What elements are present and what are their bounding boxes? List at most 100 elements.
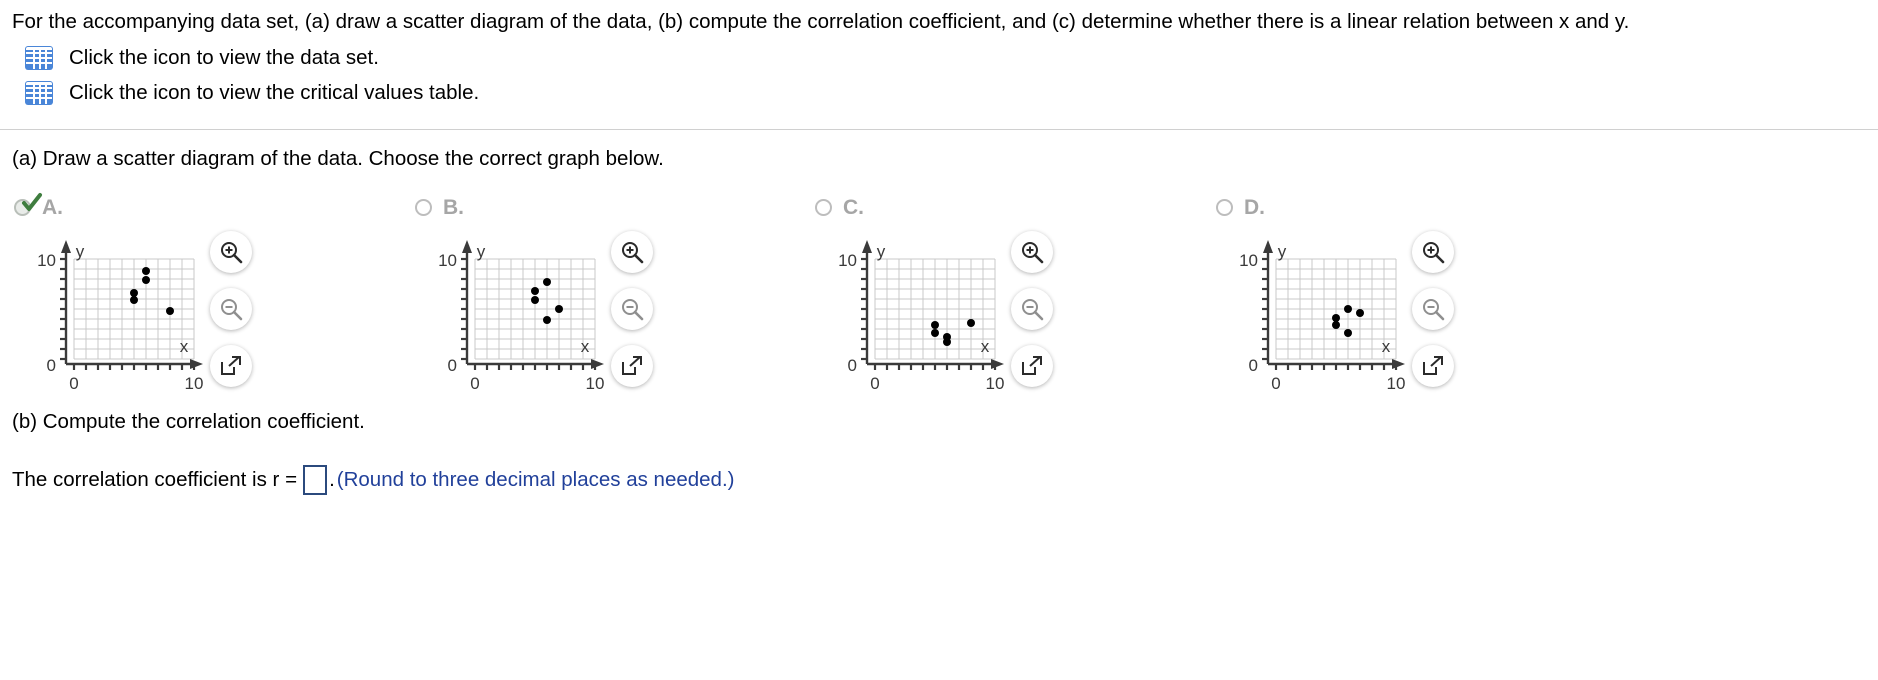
svg-text:10: 10 (37, 251, 56, 270)
svg-text:y: y (877, 242, 886, 261)
zoom-out-button[interactable] (1011, 288, 1053, 330)
data-point (531, 296, 539, 304)
zoom-out-icon (1423, 299, 1445, 321)
grid (1275, 258, 1397, 360)
zoom-out-button[interactable] (1412, 288, 1454, 330)
svg-text:x: x (1382, 337, 1391, 356)
data-point (1356, 309, 1364, 317)
svg-text:10: 10 (1239, 251, 1258, 270)
option-letter: A. (42, 195, 63, 219)
expand-button[interactable] (1011, 345, 1053, 387)
data-point (166, 307, 174, 315)
svg-text:0: 0 (870, 374, 879, 393)
zoom-in-icon (1423, 242, 1445, 264)
expand-button[interactable] (1412, 345, 1454, 387)
critical-values-link-row[interactable]: Click the icon to view the critical valu… (12, 81, 1866, 105)
data-point (543, 278, 551, 286)
tick-labels: 10 00 10 (438, 251, 604, 393)
graph-container-a: 10 0 0 10 y x (14, 231, 434, 406)
svg-text:0: 0 (1271, 374, 1280, 393)
svg-text:y: y (76, 242, 85, 261)
svg-text:x: x (581, 337, 590, 356)
data-point (967, 319, 975, 327)
option-d[interactable]: D. 10 0 0 10 y x (1216, 195, 1636, 406)
svg-text:x: x (180, 337, 189, 356)
critical-values-link-label[interactable]: Click the icon to view the critical valu… (69, 81, 479, 105)
data-point (1332, 314, 1340, 322)
data-points (130, 267, 174, 315)
svg-text:y: y (1278, 242, 1287, 261)
graph-tools (1412, 231, 1454, 402)
svg-text:0: 0 (470, 374, 479, 393)
data-point (543, 316, 551, 324)
zoom-in-button[interactable] (1412, 231, 1454, 273)
expand-button[interactable] (210, 345, 252, 387)
graph-tools (611, 231, 653, 402)
ticks (461, 257, 597, 370)
zoom-in-button[interactable] (611, 231, 653, 273)
zoom-in-icon (1022, 242, 1044, 264)
option-c[interactable]: C. 10 0 0 10 y x (815, 195, 1235, 406)
radio-option-b[interactable] (415, 198, 432, 216)
zoom-out-icon (1022, 299, 1044, 321)
ticks (60, 257, 196, 370)
correct-check-icon (22, 192, 42, 211)
svg-text:0: 0 (47, 356, 56, 375)
radio-option-c[interactable] (815, 198, 832, 216)
data-point (130, 296, 138, 304)
svg-text:y: y (477, 242, 486, 261)
graph-tools (1011, 231, 1053, 402)
tick-labels: 10 00 10 (37, 251, 203, 393)
answer-row: The correlation coefficient is r = . (Ro… (0, 465, 1878, 495)
option-b[interactable]: B. 10 0 0 10 y x (415, 195, 835, 406)
data-point (931, 329, 939, 337)
svg-text:0: 0 (848, 356, 857, 375)
graph-container-b: 10 0 0 10 y x (415, 231, 835, 406)
data-point (1332, 321, 1340, 329)
option-header[interactable]: A. (14, 192, 434, 219)
zoom-in-button[interactable] (210, 231, 252, 273)
option-header[interactable]: D. (1216, 195, 1636, 219)
rounding-hint: (Round to three decimal places as needed… (336, 468, 735, 491)
scatter-plot-c[interactable]: 10 00 10 y x (815, 231, 1005, 406)
svg-text:10: 10 (986, 374, 1005, 393)
radio-option-a[interactable] (14, 192, 42, 216)
table-icon[interactable] (26, 82, 52, 104)
tick-labels: 10 00 10 (838, 251, 1004, 393)
option-a[interactable]: A. 10 0 0 10 y x (14, 192, 434, 406)
scatter-plot-a[interactable]: 10 00 10 y x (14, 231, 204, 406)
zoom-out-icon (622, 299, 644, 321)
part-a-prompt: (a) Draw a scatter diagram of the data. … (12, 147, 664, 170)
scatter-plot-b[interactable]: 10 00 10 y x (415, 231, 605, 406)
expand-button[interactable] (611, 345, 653, 387)
part-b-prompt: (b) Compute the correlation coefficient. (12, 410, 365, 433)
data-set-link-row[interactable]: Click the icon to view the data set. (12, 46, 1866, 70)
grid (474, 258, 596, 360)
data-point (1344, 305, 1352, 313)
zoom-in-button[interactable] (1011, 231, 1053, 273)
problem-statement: For the accompanying data set, (a) draw … (12, 10, 1630, 33)
answer-prefix: The correlation coefficient is r = (12, 468, 298, 491)
data-point (142, 276, 150, 284)
svg-text:10: 10 (185, 374, 204, 393)
grid (73, 258, 195, 360)
answer-options: A. 10 0 0 10 y x B. 10 0 0 10 y x C. 10 0 0 10 y x D. 10 0 0 10 y x (0, 192, 1878, 410)
correlation-coefficient-input[interactable] (303, 465, 328, 495)
scatter-plot-d[interactable]: 10 00 10 y x (1216, 231, 1406, 406)
radio-option-d[interactable] (1216, 198, 1233, 216)
zoom-out-button[interactable] (611, 288, 653, 330)
zoom-out-button[interactable] (210, 288, 252, 330)
graph-tools (210, 231, 252, 402)
data-point (130, 289, 138, 297)
table-icon[interactable] (26, 47, 52, 69)
option-header[interactable]: C. (815, 195, 1235, 219)
option-header[interactable]: B. (415, 195, 835, 219)
ticks (861, 257, 997, 370)
zoom-out-icon (221, 299, 243, 321)
expand-icon (221, 356, 241, 375)
data-set-link-label[interactable]: Click the icon to view the data set. (69, 46, 379, 70)
answer-suffix: . (329, 468, 335, 491)
expand-icon (1423, 356, 1443, 375)
problem-statement-block: For the accompanying data set, (a) draw … (0, 0, 1878, 105)
data-points (931, 319, 975, 346)
